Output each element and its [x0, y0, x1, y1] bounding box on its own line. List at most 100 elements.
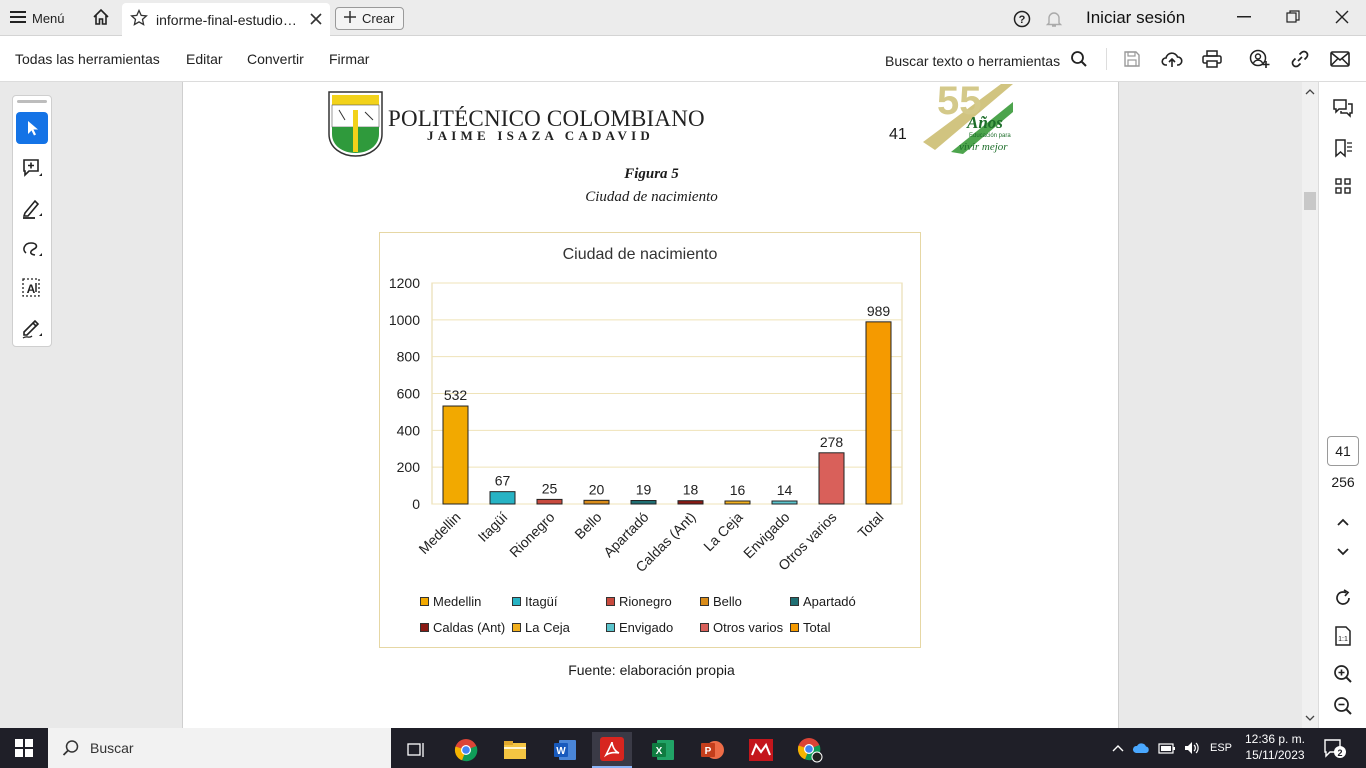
battery-icon[interactable] — [1158, 742, 1176, 754]
chrome-profile-icon[interactable] — [790, 732, 830, 768]
data-label: 278 — [820, 434, 844, 450]
start-button[interactable] — [0, 728, 48, 768]
chevron-up-icon[interactable] — [1112, 744, 1124, 752]
input-language[interactable]: ESP — [1210, 742, 1232, 754]
data-label: 19 — [636, 482, 652, 498]
draw-tool-button[interactable] — [16, 232, 48, 264]
institution-shield-logo — [328, 91, 383, 157]
data-label: 532 — [444, 387, 468, 403]
plus-icon — [344, 11, 356, 26]
legend-swatch — [700, 623, 709, 632]
email-icon[interactable] — [1328, 48, 1352, 70]
scrollbar-thumb[interactable] — [1304, 192, 1316, 210]
svg-text:?: ? — [1019, 14, 1026, 26]
hamburger-icon — [10, 10, 26, 26]
bar-itag- — [489, 491, 516, 505]
legend-item: Otros varios — [700, 620, 783, 635]
file-explorer-icon[interactable] — [495, 732, 535, 768]
taskbar-search-label: Buscar — [90, 740, 134, 756]
task-view-icon[interactable] — [396, 732, 436, 768]
menu-button[interactable]: Menú — [10, 8, 65, 28]
home-button[interactable] — [88, 6, 114, 30]
minimize-button[interactable] — [1221, 0, 1267, 34]
comments-icon[interactable] — [1331, 96, 1355, 120]
vertical-scrollbar[interactable] — [1302, 82, 1318, 728]
search-tools-label: Buscar texto o herramientas — [885, 52, 1061, 69]
page-number: 41 — [889, 126, 907, 143]
close-window-button[interactable] — [1319, 0, 1365, 34]
menu-convert[interactable]: Convertir — [247, 51, 304, 67]
cloud-upload-icon[interactable] — [1160, 48, 1184, 70]
y-tick-label: 0 — [412, 496, 420, 512]
zoom-out-icon[interactable] — [1331, 694, 1355, 718]
legend-swatch — [790, 597, 799, 606]
star-icon[interactable] — [130, 8, 148, 30]
search-tools-button[interactable]: Buscar texto o herramientas — [885, 50, 1088, 71]
sign-in-button[interactable]: Iniciar sesión — [1086, 8, 1185, 28]
legend-swatch — [420, 597, 429, 606]
select-tool-button[interactable] — [16, 112, 48, 144]
highlight-tool-button[interactable] — [16, 192, 48, 224]
zoom-in-icon[interactable] — [1331, 662, 1355, 686]
pdf-page: POLITÉCNICO COLOMBIANO JAIME ISAZA CADAV… — [182, 82, 1119, 728]
toolbar-divider — [1106, 48, 1107, 70]
scroll-down-icon[interactable] — [1302, 712, 1318, 724]
rail-grip[interactable] — [17, 100, 47, 103]
document-tab[interactable]: informe-final-estudio… — [122, 3, 330, 36]
home-icon — [92, 8, 110, 29]
scroll-up-icon[interactable] — [1302, 86, 1318, 98]
close-tab-icon[interactable] — [310, 12, 322, 28]
bar-medellin — [442, 405, 469, 505]
volume-icon[interactable] — [1184, 741, 1202, 755]
create-button[interactable]: Crear — [335, 7, 404, 30]
search-icon — [1070, 50, 1088, 71]
restore-button[interactable] — [1270, 0, 1316, 34]
thumbnails-icon[interactable] — [1331, 174, 1355, 198]
legend-swatch — [790, 623, 799, 632]
fit-page-icon[interactable]: 1:1 — [1331, 624, 1355, 648]
menu-edit[interactable]: Editar — [186, 51, 223, 67]
onedrive-icon[interactable] — [1132, 742, 1150, 754]
bookmarks-icon[interactable] — [1331, 136, 1355, 160]
x-tick-label: La Ceja — [700, 509, 746, 555]
chrome-icon[interactable] — [446, 732, 486, 768]
text-tool-button[interactable]: A — [16, 272, 48, 304]
data-label: 25 — [542, 480, 558, 496]
sign-tool-button[interactable] — [16, 312, 48, 344]
current-page-input[interactable]: 41 — [1327, 436, 1359, 466]
figure-number: Figura 5 — [624, 166, 679, 182]
legend-label: Apartadó — [803, 594, 856, 609]
bar-rionegro — [536, 498, 563, 505]
taskbar-clock[interactable]: 12:36 p. m. 15/11/2023 — [1240, 731, 1310, 763]
word-icon[interactable]: W — [545, 732, 585, 768]
excel-icon[interactable]: X — [643, 732, 683, 768]
acrobat-icon[interactable] — [592, 732, 632, 768]
notification-center-button[interactable]: 2 — [1322, 736, 1348, 760]
notification-bell-icon[interactable] — [1044, 9, 1064, 29]
share-user-icon[interactable] — [1248, 48, 1272, 70]
restore-icon — [1286, 10, 1300, 23]
next-page-icon[interactable] — [1331, 540, 1355, 564]
menu-label: Menú — [32, 10, 65, 26]
mendeley-icon[interactable] — [741, 732, 781, 768]
data-label: 18 — [683, 482, 699, 498]
rotate-icon[interactable] — [1331, 586, 1355, 610]
data-label: 20 — [589, 481, 605, 497]
save-icon[interactable] — [1120, 48, 1144, 70]
link-icon[interactable] — [1288, 48, 1312, 70]
menu-sign[interactable]: Firmar — [329, 51, 369, 67]
y-tick-label: 1000 — [389, 312, 420, 328]
help-icon[interactable]: ? — [1012, 9, 1032, 29]
tab-title: informe-final-estudio… — [156, 11, 297, 28]
menu-all-tools[interactable]: Todas las herramientas — [15, 51, 160, 67]
previous-page-icon[interactable] — [1331, 510, 1355, 534]
legend-label: Itagüí — [525, 594, 558, 609]
system-tray: ESP — [1112, 728, 1232, 768]
powerpoint-icon[interactable]: P — [692, 732, 732, 768]
legend-label: Envigado — [619, 620, 674, 635]
comment-tool-button[interactable] — [16, 152, 48, 184]
bar-otros-varios — [818, 452, 845, 505]
taskbar-search[interactable]: Buscar — [48, 728, 391, 768]
legend-item: Total — [790, 620, 830, 635]
print-icon[interactable] — [1200, 48, 1224, 70]
